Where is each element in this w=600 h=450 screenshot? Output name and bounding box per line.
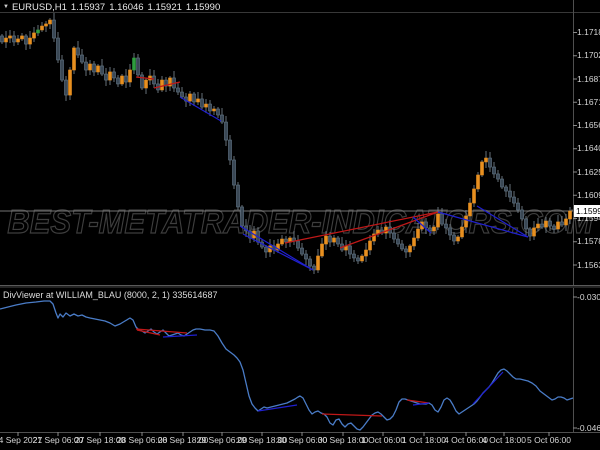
price-axis-label: 1.16250 — [577, 166, 600, 177]
price-axis-label: 1.16870 — [577, 73, 600, 84]
price-axis-label: 1.15785 — [577, 236, 600, 247]
ohlc-close: 1.15990 — [185, 2, 221, 13]
chart-canvas[interactable] — [0, 0, 600, 450]
price-axis-label: 1.16715 — [577, 96, 600, 107]
price-axis-label: 1.15630 — [577, 259, 600, 270]
indicator-axis-label: -0.0303 — [577, 291, 600, 302]
ohlc-high: 1.16046 — [109, 2, 144, 13]
symbol-ohlc-header: ▼ EURUSD,H1 1.15937 1.16046 1.15921 1.15990 — [3, 2, 224, 13]
indicator-axis-label: -0.0462 — [577, 422, 600, 433]
price-axis-label: 1.17180 — [577, 27, 600, 37]
price-axis-label: 1.16560 — [577, 120, 600, 130]
time-axis-label: 1 Oct 06:00 — [361, 435, 405, 445]
time-axis-label: 5 Oct 06:00 — [527, 435, 571, 445]
price-axis-label: 1.16405 — [577, 143, 600, 154]
ohlc-low: 1.15921 — [147, 2, 182, 13]
mt4-chart-window: BEST-METATRADER-INDICATORS.COM ▼ EURUSD,H… — [0, 0, 600, 450]
symbol-label: EURUSD,H1 — [11, 2, 67, 13]
symbol-dropdown-icon[interactable]: ▼ — [3, 4, 9, 10]
price-axis-label: 1.17025 — [577, 50, 600, 61]
time-axis-label: 4 Oct 18:00 — [482, 435, 526, 445]
ohlc-open: 1.15937 — [70, 2, 106, 13]
indicator-title: DivViewer at WILLIAM_BLAU (8000, 2, 1) 3… — [3, 290, 218, 300]
price-axis-label: 1.16095 — [577, 189, 600, 200]
time-axis-label: 1 Oct 18:00 — [402, 435, 446, 445]
current-price-tag: 1.15990 — [574, 204, 600, 217]
